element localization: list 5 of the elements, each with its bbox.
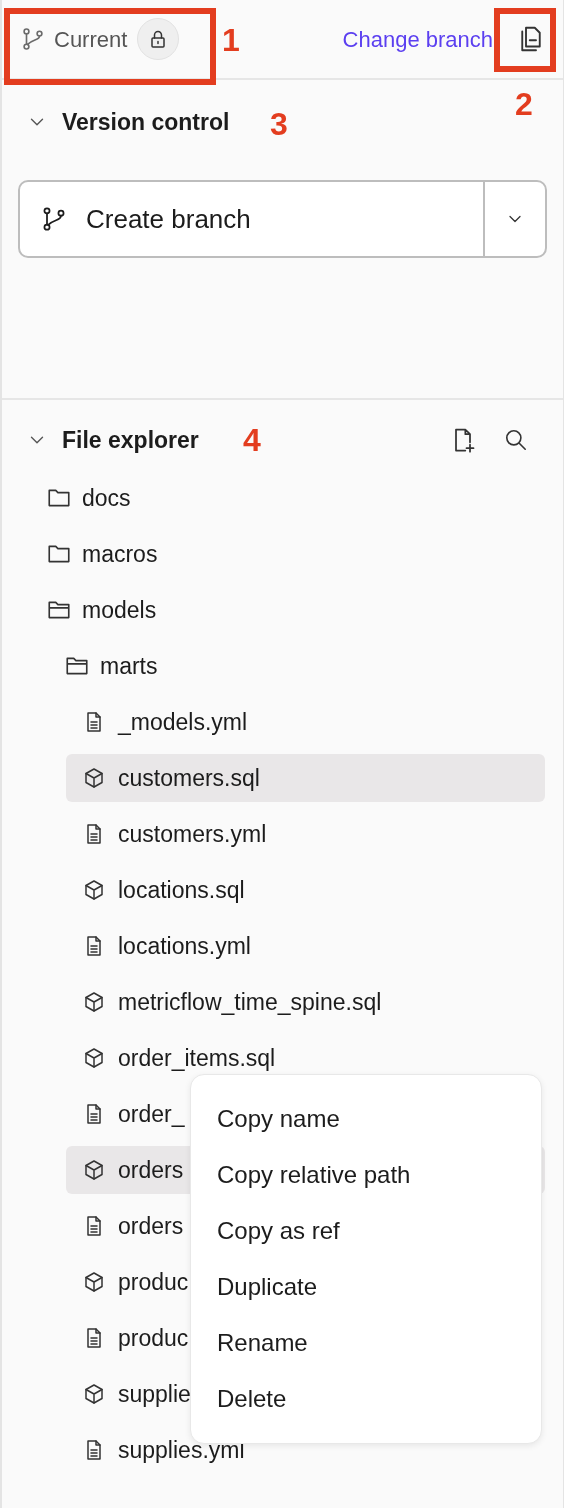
branch-label: Current [54,25,128,54]
annotation-number: 1 [222,21,240,60]
annotation-number: 4 [243,421,261,460]
annotation-number: 2 [515,85,533,124]
annotation-number: 3 [270,105,288,144]
